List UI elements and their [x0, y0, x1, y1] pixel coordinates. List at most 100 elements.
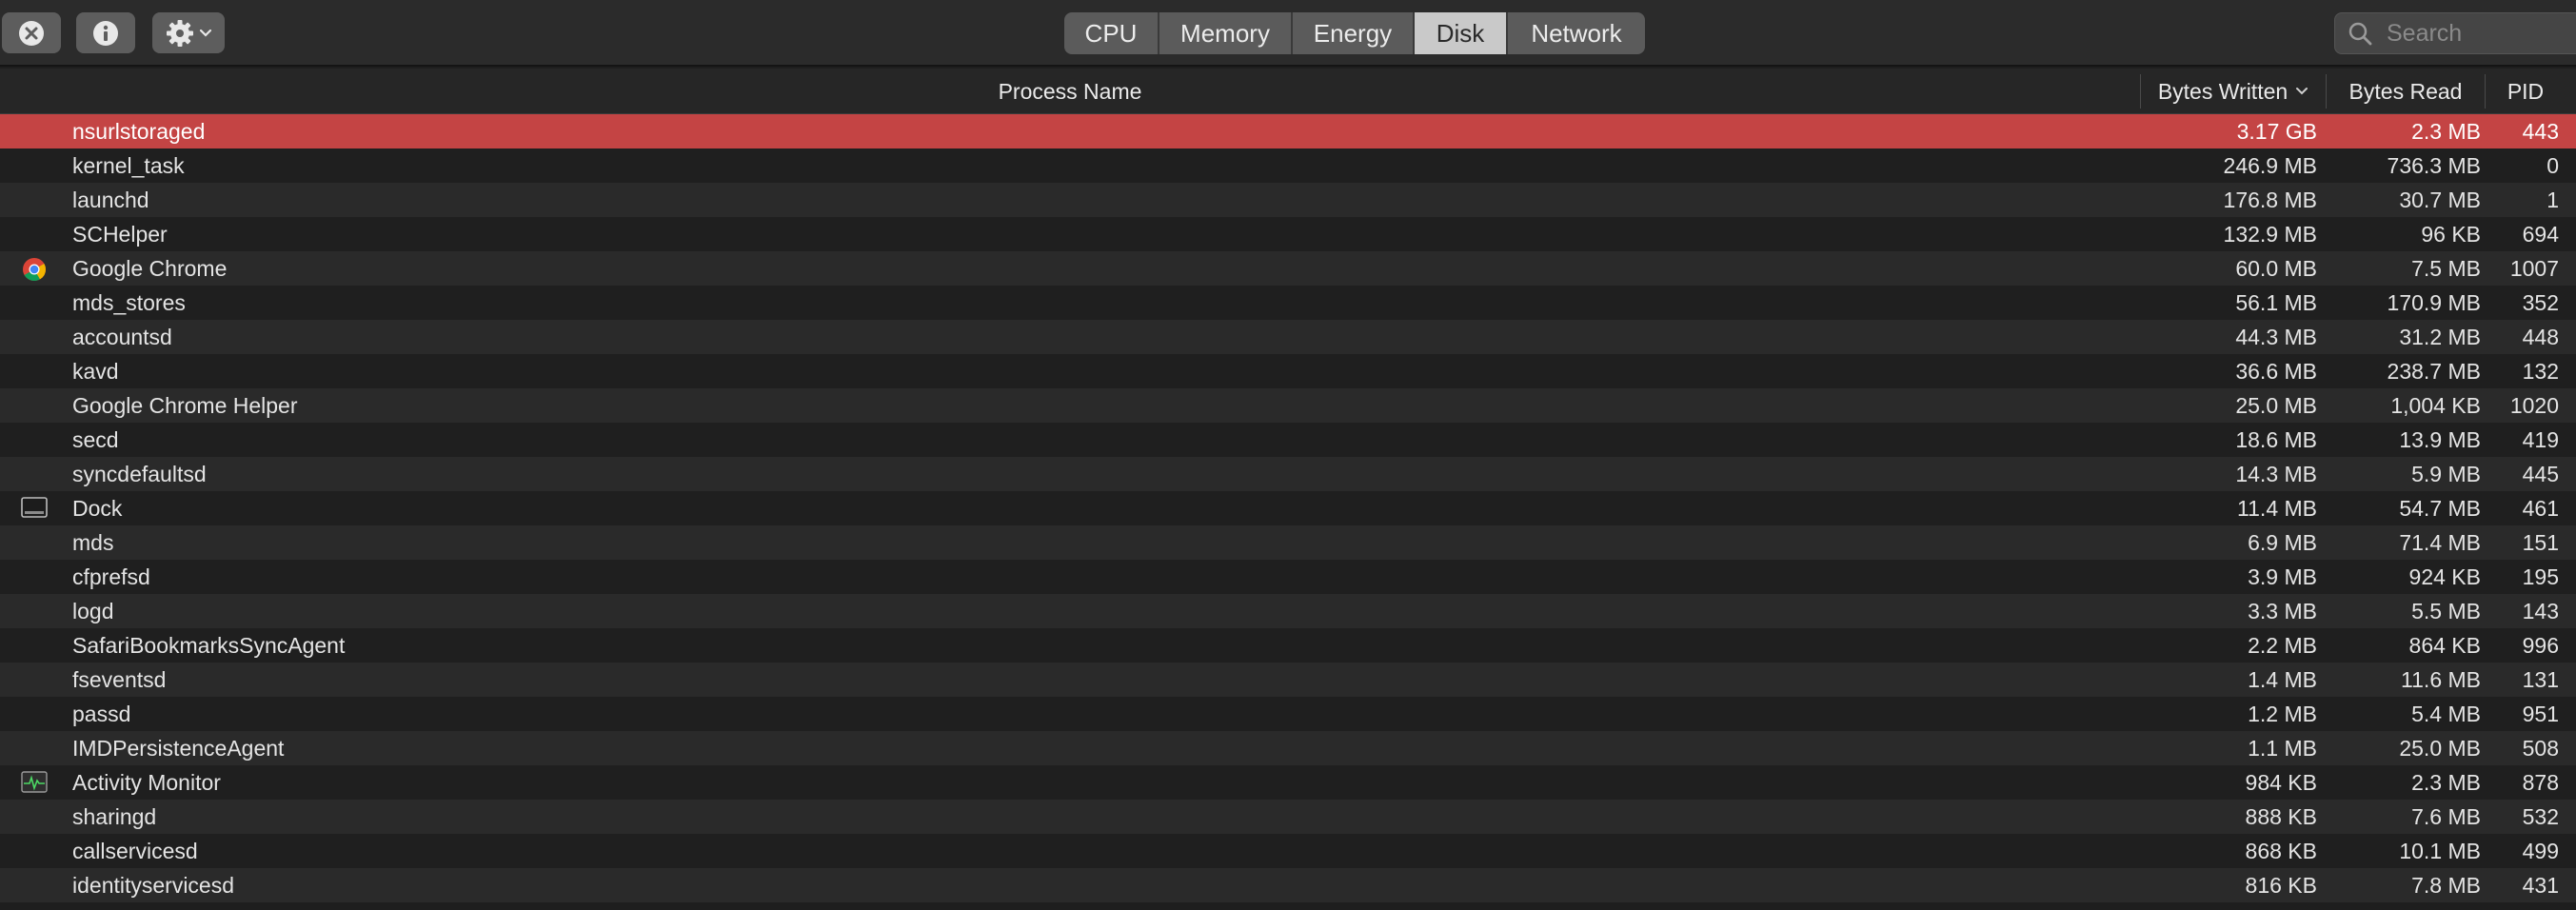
table-row[interactable]: launchd 176.8 MB 30.7 MB 1: [0, 183, 2576, 217]
table-row[interactable]: passd 1.2 MB 5.4 MB 951: [0, 697, 2576, 731]
table-row[interactable]: syncdefaultsd 14.3 MB 5.9 MB 445: [0, 457, 2576, 491]
bytes-written-cell: 56.1 MB: [2235, 290, 2317, 315]
pid-cell: 461: [2522, 496, 2559, 521]
inspect-process-button[interactable]: [76, 12, 135, 53]
process-name-cell: mds: [72, 530, 114, 555]
table-row[interactable]: Google Chrome Helper 25.0 MB 1,004 KB 10…: [0, 388, 2576, 423]
pid-cell: 352: [2522, 290, 2559, 315]
bytes-read-cell: 864 KB: [2408, 633, 2481, 658]
bytes-written-cell: 3.3 MB: [2248, 599, 2317, 623]
column-header-process-name[interactable]: Process Name: [0, 69, 2140, 114]
process-name-cell: Dock: [72, 496, 123, 521]
process-name-cell: sharingd: [72, 804, 157, 829]
process-name-cell: launchd: [72, 188, 149, 212]
table-row[interactable]: Google Chrome 60.0 MB 7.5 MB 1007: [0, 251, 2576, 286]
table-row[interactable]: identityservicesd 816 KB 7.8 MB 431: [0, 868, 2576, 902]
bytes-written-cell: 1.4 MB: [2248, 667, 2317, 692]
sort-descending-icon: [2296, 88, 2308, 95]
table-row[interactable]: Activity Monitor 984 KB 2.3 MB 878: [0, 765, 2576, 800]
table-row[interactable]: fseventsd 1.4 MB 11.6 MB 131: [0, 663, 2576, 697]
action-menu-button[interactable]: [152, 12, 225, 53]
process-name-cell: accountsd: [72, 325, 172, 349]
pid-cell: 448: [2522, 325, 2559, 349]
table-row[interactable]: SafariBookmarksSyncAgent 2.2 MB 864 KB 9…: [0, 628, 2576, 663]
process-name-cell: passd: [72, 702, 131, 726]
table-row[interactable]: mds_stores 56.1 MB 170.9 MB 352: [0, 286, 2576, 320]
bytes-read-cell: 2.3 MB: [2411, 119, 2481, 144]
bytes-written-cell: 11.4 MB: [2237, 496, 2317, 521]
process-name-cell: syncdefaultsd: [72, 462, 207, 486]
table-row[interactable]: nsurlstoraged 3.17 GB 2.3 MB 443: [0, 114, 2576, 148]
bytes-written-cell: 1.1 MB: [2248, 736, 2317, 761]
pid-cell: 508: [2522, 736, 2559, 761]
bytes-written-cell: 2.2 MB: [2248, 633, 2317, 658]
tab-energy[interactable]: Energy: [1293, 12, 1415, 54]
table-row[interactable]: IMDPersistenceAgent 1.1 MB 25.0 MB 508: [0, 731, 2576, 765]
stop-process-button[interactable]: [2, 12, 61, 53]
bytes-written-cell: 984 KB: [2245, 770, 2317, 795]
table-row[interactable]: Dock 11.4 MB 54.7 MB 461: [0, 491, 2576, 525]
table-row[interactable]: kernel_task 246.9 MB 736.3 MB 0: [0, 148, 2576, 183]
toolbar: CPU Memory Energy Disk Network: [0, 0, 2576, 67]
bytes-read-cell: 2.3 MB: [2411, 770, 2481, 795]
process-name-cell: logd: [72, 599, 114, 623]
bytes-written-cell: 3.17 GB: [2236, 119, 2317, 144]
process-name-cell: kavd: [72, 359, 119, 384]
bytes-read-cell: 5.9 MB: [2411, 462, 2481, 486]
bytes-written-cell: 14.3 MB: [2235, 462, 2317, 486]
pid-cell: 195: [2522, 564, 2559, 589]
table-row[interactable]: callservicesd 868 KB 10.1 MB 499: [0, 834, 2576, 868]
bytes-read-cell: 5.4 MB: [2411, 702, 2481, 726]
close-process-icon: [19, 20, 44, 46]
bytes-written-cell: 36.6 MB: [2235, 359, 2317, 384]
bytes-written-cell: 18.6 MB: [2235, 427, 2317, 452]
search-field[interactable]: [2334, 12, 2576, 54]
column-header-bytes-read[interactable]: Bytes Read: [2327, 69, 2485, 114]
view-tabs: CPU Memory Energy Disk Network: [1064, 12, 1645, 54]
process-name-cell: kernel_task: [72, 153, 185, 178]
info-icon: [93, 20, 118, 46]
bytes-read-cell: 238.7 MB: [2387, 359, 2481, 384]
process-name-cell: fseventsd: [72, 667, 167, 692]
pid-cell: 878: [2522, 770, 2559, 795]
bytes-written-cell: 6.9 MB: [2248, 530, 2317, 555]
bytes-read-cell: 924 KB: [2408, 564, 2481, 589]
table-row[interactable]: kavd 36.6 MB 238.7 MB 132: [0, 354, 2576, 388]
bytes-read-cell: 96 KB: [2421, 222, 2481, 247]
table-row[interactable]: sharingd 888 KB 7.6 MB 532: [0, 800, 2576, 834]
search-input[interactable]: [2387, 19, 2576, 48]
bytes-written-cell: 888 KB: [2245, 804, 2317, 829]
tab-cpu[interactable]: CPU: [1064, 12, 1159, 54]
table-row[interactable]: mds 6.9 MB 71.4 MB 151: [0, 525, 2576, 560]
column-header-label: PID: [2507, 78, 2545, 104]
pid-cell: 131: [2522, 667, 2559, 692]
chevron-down-icon: [199, 29, 212, 37]
bytes-read-cell: 71.4 MB: [2399, 530, 2481, 555]
gear-icon: [167, 19, 193, 47]
pid-cell: 532: [2522, 804, 2559, 829]
pid-cell: 431: [2522, 873, 2559, 898]
table-row[interactable]: accountsd 44.3 MB 31.2 MB 448: [0, 320, 2576, 354]
search-icon: [2348, 22, 2372, 46]
table-row[interactable]: secd 18.6 MB 13.9 MB 419: [0, 423, 2576, 457]
tab-network[interactable]: Network: [1508, 12, 1645, 54]
process-name-cell: SCHelper: [72, 222, 168, 247]
process-name-cell: IMDPersistenceAgent: [72, 736, 285, 761]
column-header-bytes-written[interactable]: Bytes Written: [2141, 69, 2326, 114]
column-header-label: Bytes Read: [2348, 78, 2463, 104]
table-row[interactable]: logd 3.3 MB 5.5 MB 143: [0, 594, 2576, 628]
table-row[interactable]: cfprefsd 3.9 MB 924 KB 195: [0, 560, 2576, 594]
pid-cell: 143: [2522, 599, 2559, 623]
tab-memory[interactable]: Memory: [1159, 12, 1293, 54]
bytes-read-cell: 736.3 MB: [2387, 153, 2481, 178]
bytes-read-cell: 1,004 KB: [2390, 393, 2481, 418]
process-name-cell: identityservicesd: [72, 873, 235, 898]
bytes-read-cell: 13.9 MB: [2399, 427, 2481, 452]
pid-cell: 694: [2522, 222, 2559, 247]
pid-cell: 1020: [2509, 393, 2559, 418]
column-header-pid[interactable]: PID: [2486, 69, 2566, 114]
bytes-read-cell: 5.5 MB: [2411, 599, 2481, 623]
pid-cell: 132: [2522, 359, 2559, 384]
tab-disk[interactable]: Disk: [1415, 12, 1508, 54]
table-row[interactable]: SCHelper 132.9 MB 96 KB 694: [0, 217, 2576, 251]
